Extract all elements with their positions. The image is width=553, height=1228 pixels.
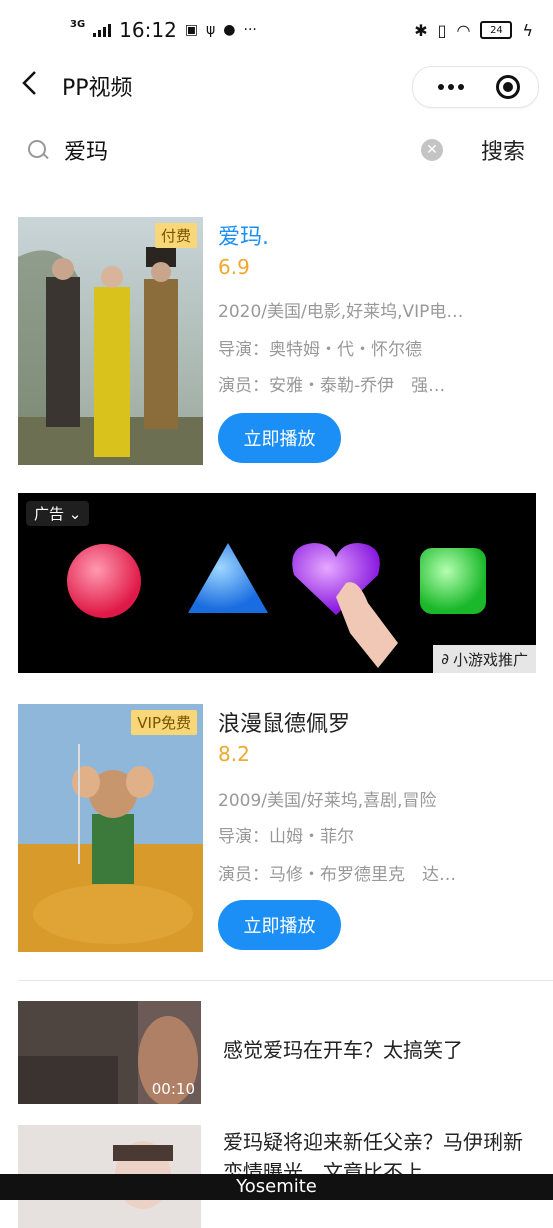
paid-tag: 付费 <box>154 223 197 248</box>
usb-icon: ψ <box>206 22 216 38</box>
back-icon[interactable] <box>20 68 50 102</box>
close-mini-program-icon[interactable] <box>496 75 520 99</box>
movie-poster[interactable]: VIP免费 <box>18 704 203 952</box>
movie-cast: 演员：马修・布罗德里克 达… <box>218 865 456 885</box>
signal-icon <box>93 23 112 37</box>
movie-title[interactable]: 爱玛. <box>218 219 269 251</box>
search-input[interactable] <box>64 132 404 168</box>
movie-title[interactable]: 浪漫鼠德佩罗 <box>218 706 350 738</box>
movie-info: 2020/美国/电影,好莱坞,VIP电… <box>218 302 464 322</box>
play-button[interactable]: 立即播放 <box>218 900 341 950</box>
mini-program-capsule <box>412 66 539 108</box>
battery-indicator: 24 <box>480 21 513 39</box>
more-menu-icon[interactable] <box>431 67 471 107</box>
more-notifications-icon: ··· <box>243 22 257 38</box>
vip-free-tag: VIP免费 <box>131 710 197 735</box>
ad-footer[interactable]: ∂ 小游戏推广 <box>433 645 536 673</box>
page-title: PP视频 <box>62 76 133 101</box>
video-title[interactable]: 感觉爱玛在开车？太搞笑了 <box>223 1035 533 1065</box>
video-thumbnail[interactable]: 00:10 <box>18 1001 201 1104</box>
clock: 16:12 <box>119 18 177 42</box>
title-bar: PP视频 <box>0 60 553 110</box>
movie-director: 导演：山姆・菲尔 <box>218 827 354 847</box>
clear-icon[interactable]: ✕ <box>421 139 443 161</box>
bluetooth-icon: ✱ <box>414 20 428 40</box>
movie-score: 8.2 <box>218 742 250 766</box>
bottom-bar: Yosemite <box>0 1174 553 1200</box>
movie-director: 导演：奥特姆・代・怀尔德 <box>218 340 422 360</box>
search-bar: ✕ 搜索 <box>0 120 553 180</box>
movie-score: 6.9 <box>218 255 250 279</box>
search-button[interactable]: 搜索 <box>481 134 525 166</box>
ad-banner[interactable]: 广告 ⌄ ∂ 小游戏推广 <box>18 493 536 673</box>
network-type: 3G <box>70 18 86 30</box>
chat-icon: ● <box>223 22 236 38</box>
wifi-icon: ◠ <box>456 20 471 40</box>
play-button[interactable]: 立即播放 <box>218 413 341 463</box>
video-duration: 00:10 <box>151 1080 195 1098</box>
search-icon <box>28 140 46 158</box>
divider <box>18 980 553 981</box>
mini-game-icon: ∂ <box>441 650 449 668</box>
app-notification-icon: ▣ <box>184 22 199 38</box>
movie-info: 2009/美国/好莱坞,喜剧,冒险 <box>218 791 437 811</box>
vibrate-icon: ▯ <box>437 20 447 40</box>
movie-cast: 演员：安雅・泰勒-乔伊 强… <box>218 376 446 396</box>
movie-poster[interactable]: 付费 <box>18 217 203 465</box>
status-bar: 3G 16:12 ▣ ψ ● ··· ✱ ▯ ◠ 24 ϟ <box>0 0 553 60</box>
charging-icon: ϟ <box>522 20 533 40</box>
